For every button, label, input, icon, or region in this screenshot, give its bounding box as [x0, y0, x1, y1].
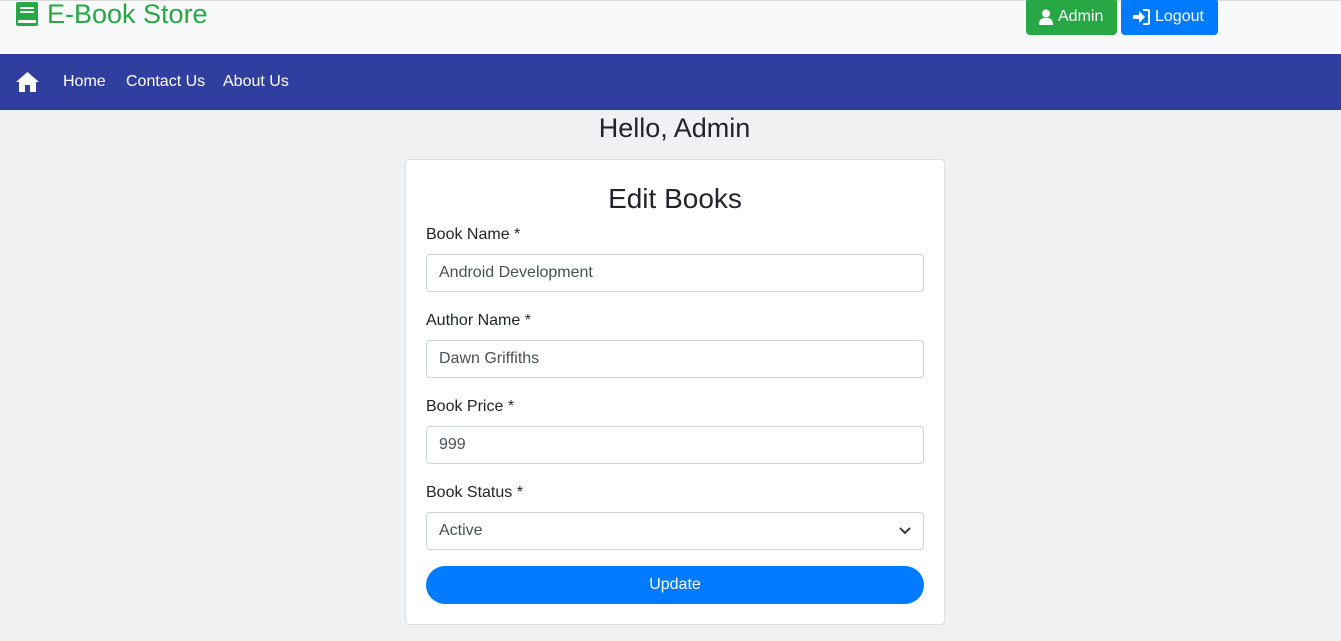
book-name-label: Book Name * — [426, 226, 521, 243]
nav-link-about-us[interactable]: About Us — [223, 72, 289, 92]
book-status-select[interactable]: Active — [426, 512, 924, 550]
update-button[interactable]: Update — [426, 566, 924, 604]
book-price-label: Book Price * — [426, 398, 515, 415]
book-name-input[interactable]: Android Development — [426, 254, 924, 292]
chevron-down-icon — [899, 527, 911, 535]
book-price-input[interactable]: 999 — [426, 426, 924, 464]
book-name-value: Android Development — [439, 264, 593, 281]
admin-button[interactable]: Admin — [1026, 0, 1117, 35]
logout-button[interactable]: Logout — [1121, 0, 1218, 35]
main-navbar: Home Contact Us About Us — [0, 54, 1341, 110]
form-title: Edit Books — [608, 183, 742, 214]
author-name-value: Dawn Griffiths — [439, 350, 540, 367]
author-name-input[interactable]: Dawn Griffiths — [426, 340, 924, 378]
edit-books-card: Edit Books Book Name * Android Developme… — [405, 159, 945, 625]
greeting-heading: Hello, Admin — [598, 113, 751, 143]
user-icon — [1039, 9, 1053, 25]
book-status-value: Active — [439, 522, 483, 539]
book-icon — [15, 1, 39, 27]
nav-link-contact-us[interactable]: Contact Us — [126, 72, 205, 92]
brand-name: E-Book Store — [47, 0, 208, 29]
nav-link-home[interactable]: Home — [63, 72, 106, 92]
book-status-label: Book Status * — [426, 484, 523, 501]
book-price-value: 999 — [439, 436, 466, 453]
logout-button-label: Logout — [1155, 7, 1204, 25]
home-icon[interactable] — [15, 71, 40, 98]
brand[interactable]: E-Book Store — [15, 0, 208, 31]
admin-button-label: Admin — [1058, 7, 1104, 25]
sign-in-icon — [1133, 8, 1150, 25]
top-header: E-Book Store Admin Logout — [0, 0, 1341, 54]
author-name-label: Author Name * — [426, 312, 531, 329]
